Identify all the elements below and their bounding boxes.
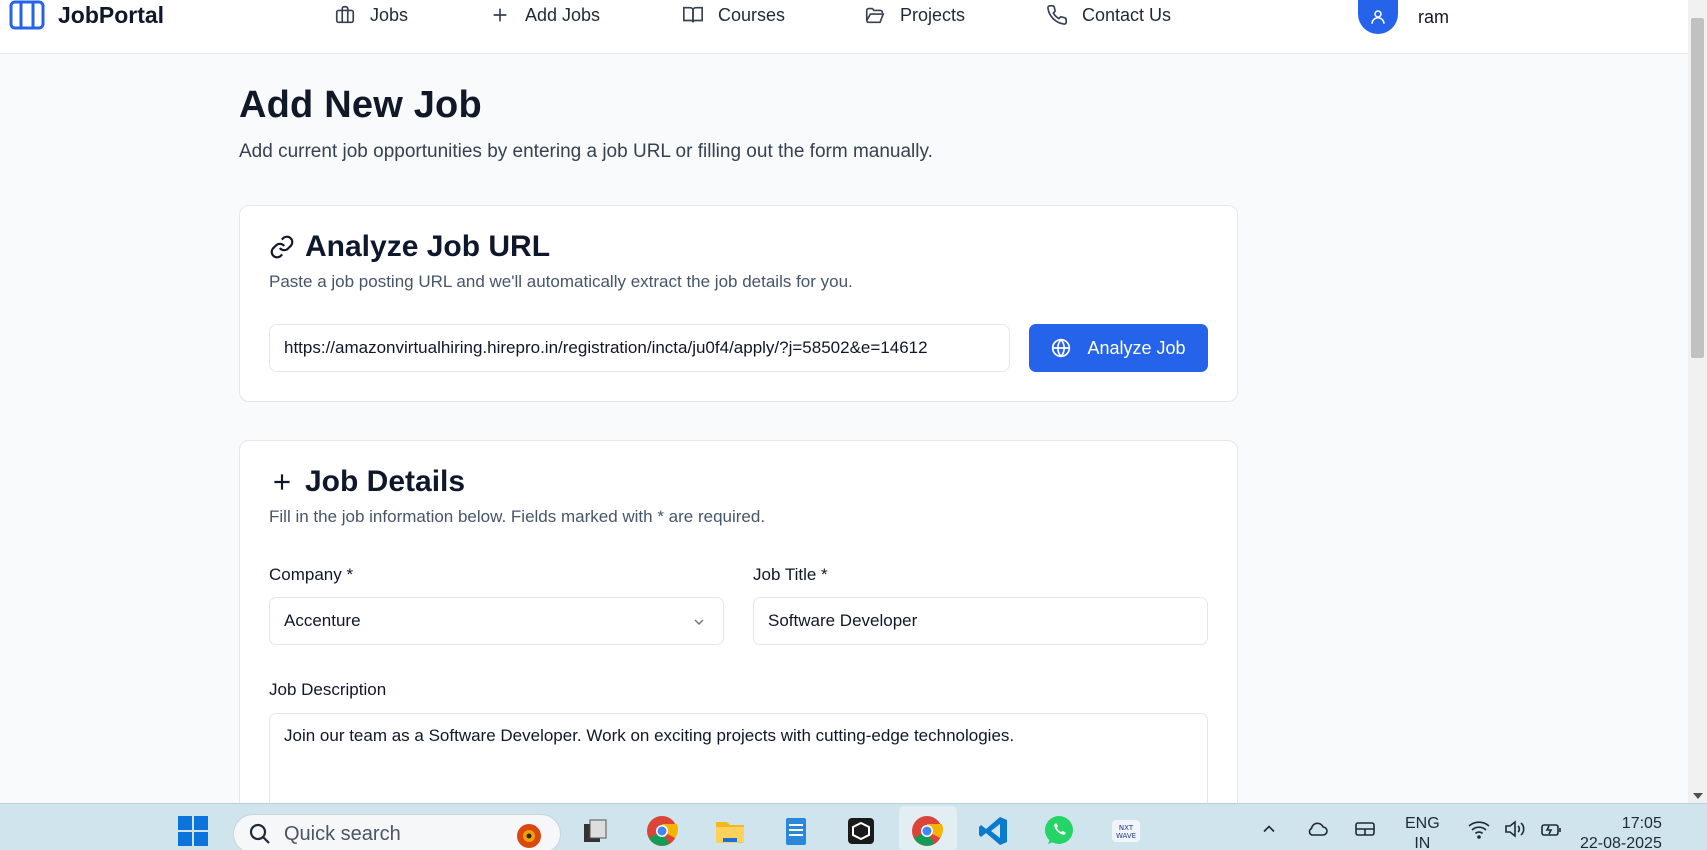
page-title: Add New Job xyxy=(239,84,482,126)
clock-date: 22-08-2025 xyxy=(1580,835,1662,850)
job-details-card: Job Details Fill in the job information … xyxy=(239,440,1238,803)
notepad-icon[interactable] xyxy=(777,812,815,850)
phone-icon xyxy=(1047,5,1067,25)
windows-start-icon[interactable] xyxy=(174,812,212,850)
details-card-title: Job Details xyxy=(269,465,465,499)
browser-viewport: JobPortal Jobs Add Jobs Courses Projects… xyxy=(0,0,1688,803)
plus-icon xyxy=(274,474,290,490)
nav-item-projects[interactable]: Projects xyxy=(864,0,965,30)
svg-text:WAVE: WAVE xyxy=(1116,832,1136,840)
analyze-job-button[interactable]: Analyze Job xyxy=(1029,324,1208,372)
app-cube-icon[interactable] xyxy=(842,812,880,850)
tablet-mode-icon[interactable] xyxy=(1346,810,1384,848)
system-clock[interactable]: 17:05 22-08-2025 xyxy=(1580,814,1662,850)
details-title-text: Job Details xyxy=(305,465,466,498)
job-title-value: Software Developer xyxy=(768,611,918,630)
briefcase-icon xyxy=(335,5,355,24)
brand[interactable]: JobPortal xyxy=(8,0,164,30)
nav-item-label: Contact Us xyxy=(1082,4,1172,25)
nav-item-jobs[interactable]: Jobs xyxy=(334,0,408,30)
link-icon xyxy=(270,235,294,259)
user-name: ram xyxy=(1418,6,1449,27)
analyze-card-title: Analyze Job URL xyxy=(269,230,550,264)
job-url-input[interactable] xyxy=(269,324,1010,372)
company-select[interactable]: Accenture xyxy=(269,597,724,645)
analyze-job-card: Analyze Job URL Paste a job posting URL … xyxy=(239,205,1238,402)
job-title-label: Job Title * xyxy=(753,565,828,584)
chrome-active-icon[interactable] xyxy=(908,812,946,850)
clock-time: 17:05 xyxy=(1621,815,1662,832)
nav-item-label: Projects xyxy=(900,4,966,25)
user-icon xyxy=(1371,10,1385,24)
folder-open-icon xyxy=(865,7,885,24)
onedrive-cloud-icon[interactable] xyxy=(1298,810,1336,848)
search-placeholder: Quick search xyxy=(284,822,401,845)
chrome-icon[interactable] xyxy=(643,812,681,850)
book-open-icon xyxy=(683,6,703,23)
analyze-button-label: Analyze Job xyxy=(1087,337,1186,358)
nav-item-courses[interactable]: Courses xyxy=(682,0,785,30)
page-subtitle: Add current job opportunities by enterin… xyxy=(239,141,933,162)
page-scrollbar[interactable] xyxy=(1688,0,1707,803)
region-code: IN xyxy=(1414,835,1431,850)
details-description: Fill in the job information below. Field… xyxy=(269,507,766,526)
tray-chevron-up-icon[interactable] xyxy=(1250,810,1288,848)
analyze-title-text: Analyze Job URL xyxy=(305,230,551,263)
company-value: Accenture xyxy=(284,611,361,630)
user-menu[interactable]: ram xyxy=(1358,0,1449,34)
wifi-icon[interactable] xyxy=(1460,810,1498,848)
job-title-input[interactable]: Software Developer xyxy=(753,597,1208,645)
vscode-icon[interactable] xyxy=(974,812,1012,850)
globe-icon xyxy=(1052,338,1071,358)
avatar xyxy=(1358,0,1398,34)
nav-item-add-jobs[interactable]: Add Jobs xyxy=(489,0,600,30)
job-description-textarea[interactable]: Join our team as a Software Developer. W… xyxy=(269,713,1208,803)
nav-item-label: Courses xyxy=(718,4,786,25)
search-highlight-icon xyxy=(517,824,541,848)
nxtwave-icon[interactable]: NXT WAVE xyxy=(1107,812,1145,850)
briefcase-logo-icon xyxy=(9,0,45,30)
file-explorer-icon[interactable] xyxy=(711,812,749,850)
search-icon xyxy=(249,823,270,844)
chevron-down-icon xyxy=(694,619,704,625)
job-description-label: Job Description xyxy=(269,680,387,699)
scrollbar-thumb[interactable] xyxy=(1691,18,1704,358)
language-indicator[interactable]: ENG IN xyxy=(1405,814,1440,850)
nav-item-label: Jobs xyxy=(370,4,409,25)
task-view-icon[interactable] xyxy=(576,812,614,850)
brand-name: JobPortal xyxy=(58,1,165,28)
scroll-down-arrow-icon[interactable] xyxy=(1693,793,1703,799)
taskbar-search[interactable]: Quick search xyxy=(233,814,561,850)
nav-item-label: Add Jobs xyxy=(525,4,601,25)
volume-icon[interactable] xyxy=(1495,810,1533,848)
whatsapp-icon[interactable] xyxy=(1040,812,1078,850)
analyze-description: Paste a job posting URL and we'll automa… xyxy=(269,272,853,291)
svg-text:NXT: NXT xyxy=(1119,824,1134,832)
company-label: Company * xyxy=(269,565,354,584)
taskbar: Quick search NXT WAVE ENG IN 17:05 22-08… xyxy=(0,803,1707,850)
plus-icon xyxy=(493,8,507,22)
top-navbar: JobPortal Jobs Add Jobs Courses Projects… xyxy=(0,0,1688,54)
battery-icon[interactable] xyxy=(1532,810,1570,848)
nav-item-contact-us[interactable]: Contact Us xyxy=(1046,0,1171,30)
language-code: ENG xyxy=(1405,815,1440,832)
